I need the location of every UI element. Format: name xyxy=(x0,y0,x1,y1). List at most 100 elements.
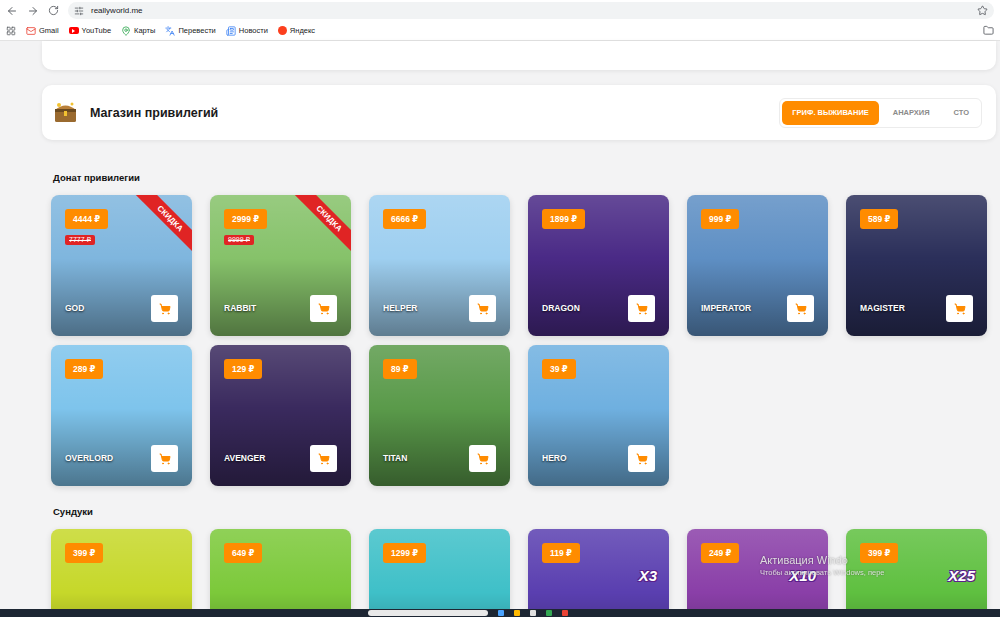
address-bar[interactable]: reallyworld.me xyxy=(68,2,994,19)
cart-button[interactable] xyxy=(310,295,337,322)
taskbar xyxy=(0,609,1000,617)
translate-icon xyxy=(165,26,175,36)
cart-button[interactable] xyxy=(310,445,337,472)
bookmark[interactable]: Gmail xyxy=(26,26,59,36)
privilege-name: TITAN xyxy=(383,453,407,463)
yandex-icon xyxy=(278,26,287,35)
taskbar-search[interactable] xyxy=(368,610,488,616)
chest-card[interactable]: 399 ₽X25 xyxy=(846,529,987,617)
price-badge: 1299 ₽ xyxy=(383,543,426,563)
price-badge: 129 ₽ xyxy=(224,359,262,379)
cart-icon xyxy=(477,453,489,465)
cart-button[interactable] xyxy=(469,295,496,322)
discount-ribbon: СКИДКА xyxy=(132,195,192,256)
taskbar-app-icon[interactable] xyxy=(514,610,520,616)
privilege-name: OVERLORD xyxy=(65,453,113,463)
section-heading: Донат привилегии xyxy=(53,171,996,185)
cart-button[interactable] xyxy=(628,295,655,322)
star-icon[interactable] xyxy=(977,5,988,16)
price-badge: 119 ₽ xyxy=(542,543,580,563)
price-badge: 2999 ₽ xyxy=(224,209,267,229)
taskbar-app-icon[interactable] xyxy=(530,610,536,616)
cart-icon xyxy=(318,303,330,315)
cart-button[interactable] xyxy=(151,295,178,322)
privilege-name: HELPER xyxy=(383,303,417,313)
bookmark[interactable]: Новости xyxy=(226,26,268,36)
privilege-name: DRAGON xyxy=(542,303,580,313)
site-info-icon[interactable] xyxy=(74,6,84,16)
url-text: reallyworld.me xyxy=(91,6,143,15)
privilege-name: MAGISTER xyxy=(860,303,905,313)
chest-card[interactable]: 249 ₽X10 xyxy=(687,529,828,617)
privilege-name: AVENGER xyxy=(224,453,265,463)
price-badge: 999 ₽ xyxy=(701,209,739,229)
gmail-icon xyxy=(26,26,36,36)
cart-icon xyxy=(477,303,489,315)
cart-button[interactable] xyxy=(946,295,973,322)
forward-icon[interactable] xyxy=(27,5,39,17)
taskbar-app-icon[interactable] xyxy=(546,610,552,616)
shop-header: Магазин привилегий ГРИФ. ВЫЖИВАНИЕАНАРХИЯ… xyxy=(42,85,996,140)
chest-card[interactable]: 119 ₽ X3 xyxy=(528,529,669,617)
price-badge: 399 ₽ xyxy=(65,543,103,563)
privilege-name: RABBIT xyxy=(224,303,256,313)
cart-icon xyxy=(318,453,330,465)
bookmark[interactable]: YouTube xyxy=(69,26,111,35)
chest-multiplier: X3 xyxy=(639,567,657,584)
mode-tab[interactable]: АНАРХИЯ xyxy=(883,101,940,125)
price-badge: 589 ₽ xyxy=(860,209,898,229)
bookmark[interactable]: Перевести xyxy=(165,26,215,36)
bookmark[interactable]: Яндекс xyxy=(278,26,315,35)
cart-icon xyxy=(159,303,171,315)
reload-icon[interactable] xyxy=(48,5,59,16)
cart-button[interactable] xyxy=(787,295,814,322)
mode-tab[interactable]: ГРИФ. ВЫЖИВАНИЕ xyxy=(782,101,878,125)
privilege-card[interactable]: 89 ₽ TITAN xyxy=(369,345,510,486)
cart-button[interactable] xyxy=(151,445,178,472)
mode-tab[interactable]: СТО xyxy=(944,101,979,125)
cart-button[interactable] xyxy=(628,445,655,472)
page: Магазин привилегий ГРИФ. ВЫЖИВАНИЕАНАРХИЯ… xyxy=(0,41,1000,617)
price-badge: 39 ₽ xyxy=(542,359,576,379)
old-price: 9999 ₽ xyxy=(224,235,254,245)
chest-card[interactable]: 1299 ₽ xyxy=(369,529,510,617)
taskbar-app-icon[interactable] xyxy=(562,610,568,616)
privilege-card[interactable]: 289 ₽OVERLORD xyxy=(51,345,192,486)
privilege-card[interactable]: СКИДКА4444 ₽7777 ₽GOD xyxy=(51,195,192,336)
youtube-icon xyxy=(69,27,79,34)
chest-icon xyxy=(52,99,79,126)
folder-icon[interactable] xyxy=(983,25,994,36)
back-icon[interactable] xyxy=(6,5,18,17)
cart-icon xyxy=(954,303,966,315)
discount-ribbon: СКИДКА xyxy=(291,195,351,256)
news-icon xyxy=(226,26,236,36)
browser-toolbar: reallyworld.me xyxy=(0,0,1000,21)
cart-icon xyxy=(159,453,171,465)
privilege-name: IMPERATOR xyxy=(701,303,751,313)
price-badge: 4444 ₽ xyxy=(65,209,108,229)
cart-icon xyxy=(636,453,648,465)
shop-title: Магазин привилегий xyxy=(90,106,218,120)
bookmark[interactable]: Карты xyxy=(121,26,155,36)
apps-icon[interactable] xyxy=(6,26,16,36)
cart-button[interactable] xyxy=(469,445,496,472)
price-badge: 89 ₽ xyxy=(383,359,417,379)
privilege-card[interactable]: СКИДКА 2999 ₽ 9999 ₽ RABBIT xyxy=(210,195,351,336)
privilege-card[interactable]: 1899 ₽ DRAGON xyxy=(528,195,669,336)
privilege-card[interactable]: 39 ₽HERO xyxy=(528,345,669,486)
price-badge: 1899 ₽ xyxy=(542,209,585,229)
chest-card[interactable]: 649 ₽ xyxy=(210,529,351,617)
privilege-card[interactable]: 6666 ₽HELPER xyxy=(369,195,510,336)
privilege-card[interactable]: 589 ₽ MAGISTER xyxy=(846,195,987,336)
chest-card[interactable]: 399 ₽ xyxy=(51,529,192,617)
privilege-card[interactable]: 999 ₽ IMPERATOR xyxy=(687,195,828,336)
section-heading: Сундуки xyxy=(53,505,996,519)
privilege-name: GOD xyxy=(65,303,84,313)
chest-multiplier: X10 xyxy=(789,567,816,584)
taskbar-app-icon[interactable] xyxy=(498,610,504,616)
cart-icon xyxy=(795,303,807,315)
mode-tabs: ГРИФ. ВЫЖИВАНИЕАНАРХИЯСТО xyxy=(779,98,982,128)
privilege-card[interactable]: 129 ₽ AVENGER xyxy=(210,345,351,486)
cart-icon xyxy=(636,303,648,315)
top-card xyxy=(42,41,996,70)
